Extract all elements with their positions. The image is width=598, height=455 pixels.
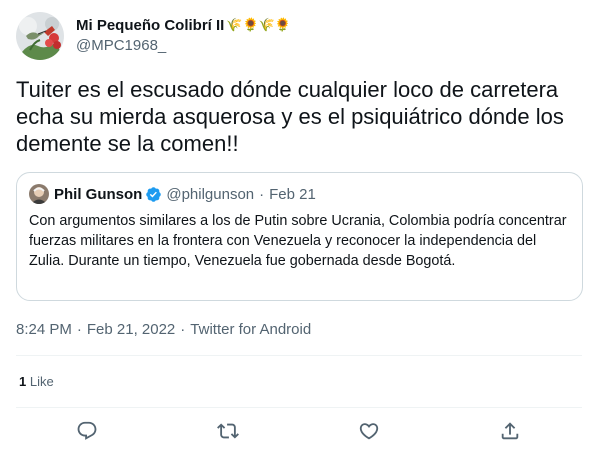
- like-label: Like: [29, 374, 54, 389]
- retweet-icon: [217, 423, 239, 439]
- quoted-author-avatar: [29, 184, 49, 204]
- tweet-time[interactable]: 8:24 PM: [16, 320, 72, 340]
- quoted-author-name: Phil Gunson: [54, 185, 143, 203]
- reply-button[interactable]: [76, 420, 98, 442]
- like-button[interactable]: [358, 420, 380, 442]
- author-handle[interactable]: @MPC1968_: [76, 36, 291, 56]
- quoted-tweet-header: Phil Gunson @philgunson · Feb 21: [29, 184, 570, 204]
- divider-bottom: [16, 407, 582, 408]
- author-name-text: Mi Pequeño Colibrí II: [76, 17, 225, 34]
- likes-stat[interactable]: 1 Like: [19, 373, 54, 391]
- verified-badge-icon: [146, 186, 162, 202]
- quoted-author-handle: @philgunson: [166, 185, 255, 203]
- quoted-date: Feb 21: [269, 185, 316, 203]
- like-count: 1: [19, 374, 27, 389]
- reply-icon: [77, 421, 97, 440]
- name-emojis: 🌾🌻🌾🌻: [226, 18, 292, 33]
- quoted-separator: ·: [259, 185, 265, 203]
- divider-top: [16, 355, 582, 356]
- tweet-source[interactable]: Twitter for Android: [190, 320, 311, 340]
- quoted-tweet[interactable]: Phil Gunson @philgunson · Feb 21 Con arg…: [16, 172, 583, 301]
- meta-separator: ·: [76, 321, 82, 338]
- like-heart-icon: [359, 423, 379, 440]
- hummingbird-avatar-icon: [16, 12, 64, 60]
- tweet-text: Tuiter es el escusado dónde cualquier lo…: [16, 77, 564, 156]
- tweet-header: Mi Pequeño Colibrí II 🌾🌻🌾🌻 @MPC1968_: [16, 12, 291, 60]
- quoted-tweet-text: Con argumentos similares a los de Putin …: [29, 213, 567, 269]
- author-display-name[interactable]: Mi Pequeño Colibrí II 🌾🌻🌾🌻: [76, 16, 291, 36]
- retweet-button[interactable]: [217, 420, 239, 442]
- share-icon: [501, 422, 519, 440]
- portrait-avatar-icon: [29, 184, 49, 204]
- tweet-metadata: 8:24 PM · Feb 21, 2022 · Twitter for And…: [16, 320, 311, 340]
- tweet-date[interactable]: Feb 21, 2022: [87, 320, 175, 340]
- author-info: Mi Pequeño Colibrí II 🌾🌻🌾🌻 @MPC1968_: [76, 16, 291, 56]
- author-avatar[interactable]: [16, 12, 64, 60]
- tweet-actions: [0, 420, 598, 444]
- share-button[interactable]: [499, 420, 521, 442]
- meta-separator-2: ·: [180, 321, 186, 338]
